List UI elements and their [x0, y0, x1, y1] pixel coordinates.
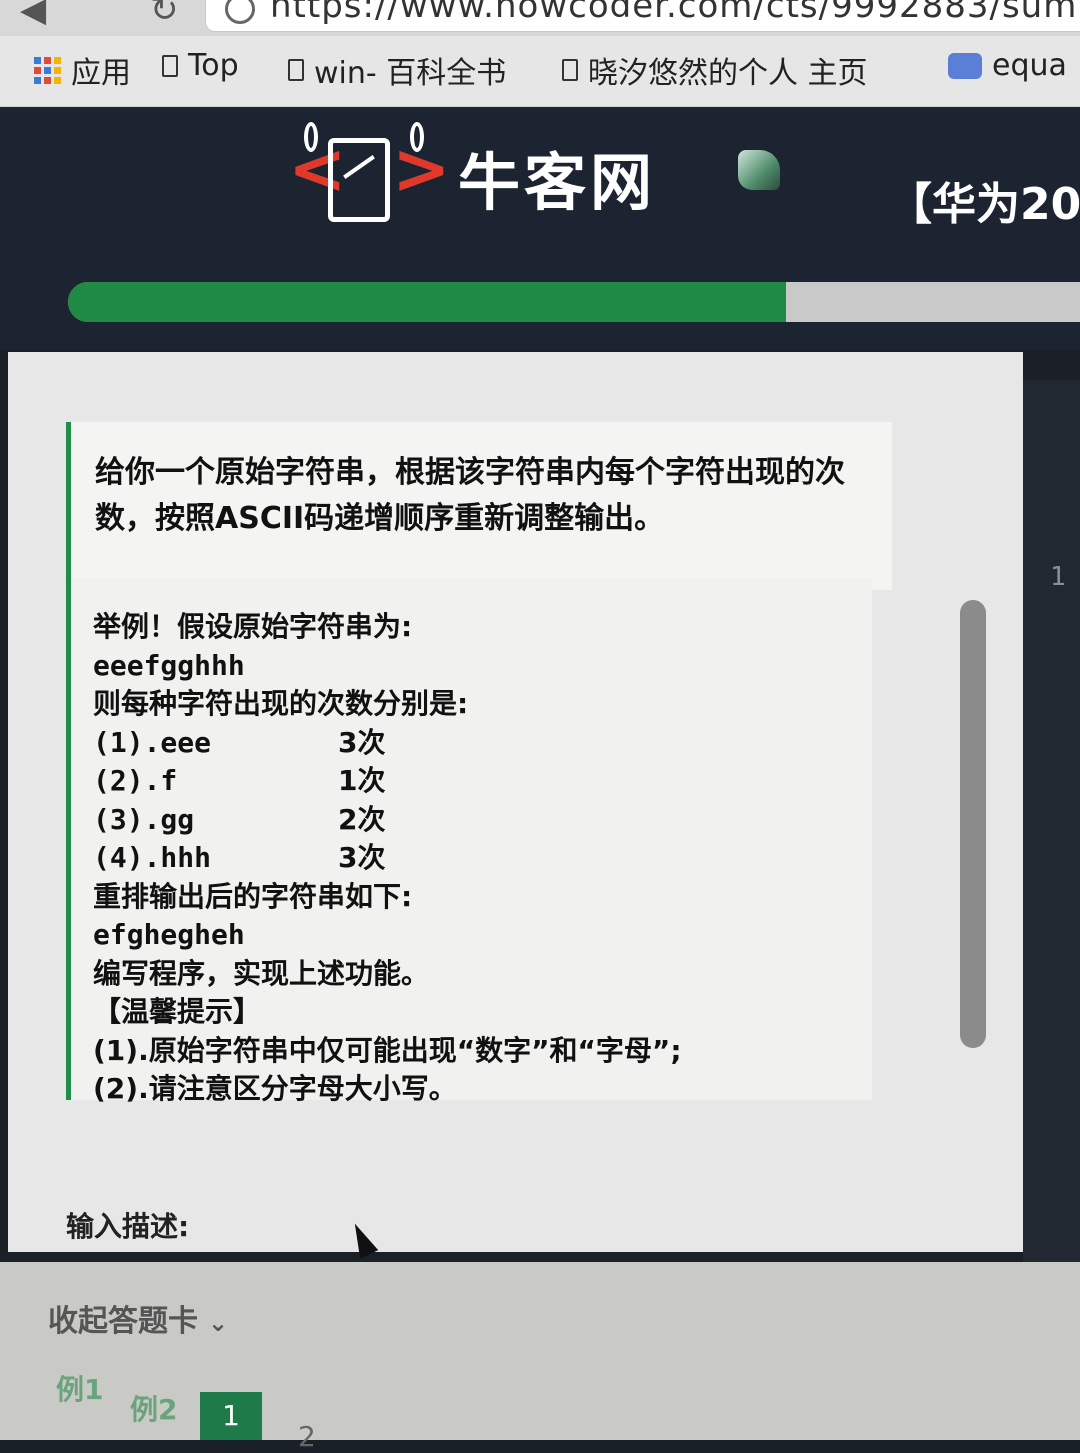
scrollbar[interactable]: [960, 600, 986, 1048]
page-icon: [562, 59, 578, 81]
count-item: (4).hhh: [93, 841, 212, 874]
logo-notepad-icon: [328, 138, 390, 222]
browser-toolbar: ◀ ↻ https://www.nowcoder.com/cts/9992883…: [0, 0, 1080, 36]
example-intro: 举例！假设原始字符串为:: [93, 610, 413, 643]
reload-icon[interactable]: ↻: [150, 0, 179, 30]
url-text[interactable]: https://www.nowcoder.com/cts/9992883/sum…: [270, 0, 1080, 26]
tip-item: (1).原始字符串中仅可能出现“数字”和“字母”;: [93, 1033, 682, 1067]
back-icon[interactable]: ◀: [20, 0, 46, 30]
description-text: 给你一个原始字符串，根据该字符串内每个字符出现的次数，按照ASCII码递增顺序重…: [95, 455, 845, 536]
avatar[interactable]: [738, 150, 780, 190]
bookmark-label: Top: [188, 48, 239, 83]
count-row: (1).eee 3次: [93, 724, 850, 763]
editor-line-number: 1: [1050, 562, 1066, 592]
logo-bracket-icon: >: [392, 128, 451, 210]
tips-heading: 【温馨提示】: [93, 995, 262, 1028]
count-value: 1次: [338, 764, 386, 797]
tab-example-1[interactable]: 例1: [56, 1368, 103, 1408]
bookmark-top[interactable]: Top: [162, 48, 239, 83]
progress-bar: [68, 282, 1080, 322]
progress-fill: [68, 282, 786, 322]
counts-heading: 则每种字符出现的次数分别是:: [93, 687, 469, 720]
count-value: 3次: [338, 725, 386, 759]
collapse-label: 收起答题卡: [48, 1304, 198, 1339]
bookmark-label: win- 百科全书: [314, 56, 507, 91]
example-block: 举例！假设原始字符串为: eeefgghhh 则每种字符出现的次数分别是: (1…: [66, 578, 872, 1105]
result-heading: 重排输出后的字符串如下:: [93, 879, 413, 913]
site-name[interactable]: 牛客网: [458, 132, 656, 222]
example-result: efghegheh: [93, 918, 245, 951]
puzzle-icon: [948, 52, 982, 79]
bookmark-equa[interactable]: equa: [948, 48, 1067, 83]
count-value: 3次: [338, 841, 386, 874]
count-row: (2).f 1次: [93, 762, 850, 801]
bookmark-label: equa: [992, 48, 1067, 83]
bookmarks-bar: 应用 Top win- 百科全书 晓汐悠然的个人 主页 equa: [0, 36, 1080, 107]
question-1-button[interactable]: 1: [200, 1392, 262, 1440]
bookmark-label: 晓汐悠然的个人 主页: [588, 56, 868, 91]
exam-title: 【华为201: [888, 179, 1080, 230]
apps-grid-icon: [34, 56, 61, 84]
count-item: (3).gg: [93, 802, 195, 836]
example-input: eeefgghhh: [93, 648, 245, 682]
collapse-answer-card-button[interactable]: 收起答题卡 ⌄: [48, 1296, 228, 1340]
problem-description: 给你一个原始字符串，根据该字符串内每个字符出现的次数，按照ASCII码递增顺序重…: [66, 422, 892, 590]
count-row: (4).hhh 3次: [93, 839, 850, 878]
input-description-label: 输入描述:: [66, 1210, 190, 1243]
bookmark-win[interactable]: win- 百科全书: [288, 48, 506, 92]
count-item: (2).f: [93, 764, 178, 797]
chevron-down-icon: ⌄: [208, 1309, 229, 1337]
bookmark-apps[interactable]: 应用: [34, 48, 131, 92]
task-text: 编写程序，实现上述功能。: [93, 956, 430, 990]
count-item: (1).eee: [93, 725, 212, 759]
bookmark-homepage[interactable]: 晓汐悠然的个人 主页: [562, 48, 868, 92]
page-icon: [162, 54, 178, 77]
page-icon: [288, 59, 304, 81]
count-row: (3).gg 2次: [93, 801, 850, 840]
tab-example-2[interactable]: 例2: [130, 1388, 177, 1428]
count-value: 2次: [338, 802, 386, 836]
tip-item: (2).请注意区分字母大小写。: [93, 1072, 457, 1105]
bookmark-label: 应用: [71, 56, 131, 91]
question-2-button[interactable]: 2: [298, 1420, 316, 1453]
